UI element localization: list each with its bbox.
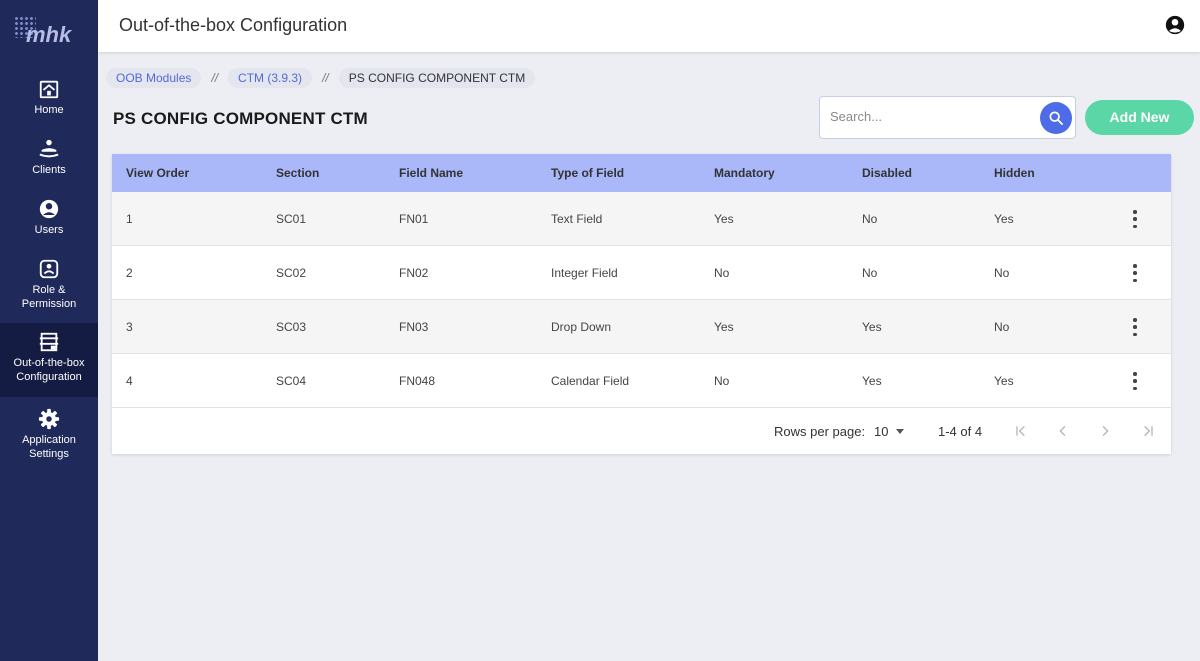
last-page-button[interactable] <box>1137 420 1159 442</box>
cell-section: SC01 <box>276 211 307 226</box>
last-page-icon <box>1144 425 1153 437</box>
column-header-disabled[interactable]: Disabled <box>862 154 912 192</box>
cell-disabled: Yes <box>862 373 882 388</box>
table-header: View Order Section Field Name Type of Fi… <box>112 154 1171 192</box>
breadcrumb-item-oob-modules[interactable]: OOB Modules <box>106 68 202 88</box>
dropdown-arrow-icon <box>896 429 905 434</box>
cell-view-order: 1 <box>126 211 133 226</box>
rows-per-page-label: Rows per page: <box>774 424 866 439</box>
breadcrumb-separator: // <box>211 71 219 85</box>
page-title: PS CONFIG COMPONENT CTM <box>113 109 368 128</box>
more-vert-icon[interactable] <box>1129 210 1141 228</box>
user-icon <box>39 199 59 219</box>
previous-page-button[interactable] <box>1052 420 1074 442</box>
table-row[interactable]: 3 SC03 FN03 Drop Down Yes Yes No <box>112 300 1171 354</box>
breadcrumb-separator: // <box>322 71 329 85</box>
cell-type-of-field: Drop Down <box>551 319 612 334</box>
sidebar-item-label: Users <box>34 224 64 236</box>
cell-field-name: FN048 <box>399 373 436 388</box>
table-row[interactable]: 1 SC01 FN01 Text Field Yes No Yes <box>112 192 1171 246</box>
sidebar: mhk Home Clients Users Role & Permission… <box>0 0 98 661</box>
sidebar-item-users[interactable]: Users <box>0 198 98 237</box>
more-vert-icon[interactable] <box>1129 372 1141 390</box>
cell-type-of-field: Integer Field <box>551 265 618 280</box>
search-button[interactable] <box>1040 102 1072 134</box>
search-input[interactable] <box>830 109 1030 124</box>
clients-icon <box>39 139 59 158</box>
sidebar-item-configuration[interactable]: Out-of-the-box Configuration <box>0 323 98 397</box>
column-header-section[interactable]: Section <box>276 154 319 192</box>
cell-disabled: Yes <box>862 319 882 334</box>
sidebar-item-home[interactable]: Home <box>0 78 98 117</box>
column-header-mandatory[interactable]: Mandatory <box>714 154 775 192</box>
pagination-range: 1-4 of 4 <box>938 424 983 439</box>
sidebar-item-clients[interactable]: Clients <box>0 138 98 177</box>
cell-mandatory: Yes <box>714 319 734 334</box>
cell-mandatory: Yes <box>714 211 734 226</box>
cell-section: SC04 <box>276 373 307 388</box>
cell-disabled: No <box>862 211 878 226</box>
add-new-button[interactable]: Add New <box>1085 100 1194 135</box>
cell-section: SC02 <box>276 265 307 280</box>
sidebar-item-label: Out-of-the-box Configuration <box>13 357 85 383</box>
role-permission-icon <box>39 259 59 279</box>
rows-per-page-value: 10 <box>874 424 889 439</box>
breadcrumb: OOB Modules // CTM (3.9.3) // PS CONFIG … <box>106 68 536 88</box>
column-header-hidden[interactable]: Hidden <box>994 154 1035 192</box>
sidebar-item-role-permission[interactable]: Role & Permission <box>0 258 98 311</box>
sidebar-item-label: Role & Permission <box>21 284 77 310</box>
cell-section: SC03 <box>276 319 307 334</box>
cell-field-name: FN03 <box>399 319 429 334</box>
sidebar-item-label: Home <box>34 104 64 116</box>
cell-view-order: 2 <box>126 265 133 280</box>
cell-type-of-field: Calendar Field <box>551 373 630 388</box>
search-box <box>819 96 1076 139</box>
table-row[interactable]: 2 SC02 FN02 Integer Field No No No <box>112 246 1171 300</box>
cell-hidden: No <box>994 265 1010 280</box>
sidebar-item-application-settings[interactable]: Application Settings <box>0 408 98 461</box>
cell-mandatory: No <box>714 373 730 388</box>
chevron-left-icon <box>1059 425 1066 437</box>
logo[interactable]: mhk <box>12 14 88 50</box>
account-circle-icon[interactable] <box>1164 14 1186 36</box>
next-page-button[interactable] <box>1094 420 1116 442</box>
more-vert-icon[interactable] <box>1129 264 1141 282</box>
cell-view-order: 3 <box>126 319 133 334</box>
cell-view-order: 4 <box>126 373 133 388</box>
cell-mandatory: No <box>714 265 730 280</box>
gear-icon <box>38 408 60 430</box>
table-row[interactable]: 4 SC04 FN048 Calendar Field No Yes Yes <box>112 354 1171 408</box>
sidebar-item-label: Application Settings <box>22 434 76 460</box>
table-pagination: Rows per page: 10 1-4 of 4 <box>112 408 1171 454</box>
cell-field-name: FN01 <box>399 211 429 226</box>
cell-hidden: Yes <box>994 211 1014 226</box>
breadcrumb-item-current: PS CONFIG COMPONENT CTM <box>338 68 536 88</box>
more-vert-icon[interactable] <box>1129 318 1141 336</box>
column-header-view-order[interactable]: View Order <box>126 154 189 192</box>
header-title: Out-of-the-box Configuration <box>119 15 348 35</box>
cell-field-name: FN02 <box>399 265 429 280</box>
top-header: Out-of-the-box Configuration <box>98 0 1200 52</box>
column-header-field-name[interactable]: Field Name <box>399 154 463 192</box>
sidebar-item-label: Clients <box>32 164 66 176</box>
cell-hidden: Yes <box>994 373 1014 388</box>
chevron-right-icon <box>1102 425 1109 437</box>
rows-per-page-select[interactable]: 10 <box>874 424 905 439</box>
column-header-type-of-field[interactable]: Type of Field <box>551 154 624 192</box>
data-table: View Order Section Field Name Type of Fi… <box>112 154 1171 454</box>
first-page-button[interactable] <box>1010 420 1032 442</box>
cell-hidden: No <box>994 319 1010 334</box>
breadcrumb-item-ctm[interactable]: CTM (3.9.3) <box>228 68 313 88</box>
search-icon <box>1049 111 1063 125</box>
home-icon <box>39 80 59 99</box>
first-page-icon <box>1016 425 1025 437</box>
logo-text: mhk <box>26 22 72 47</box>
configuration-icon <box>39 332 59 352</box>
cell-type-of-field: Text Field <box>551 211 603 226</box>
cell-disabled: No <box>862 265 878 280</box>
